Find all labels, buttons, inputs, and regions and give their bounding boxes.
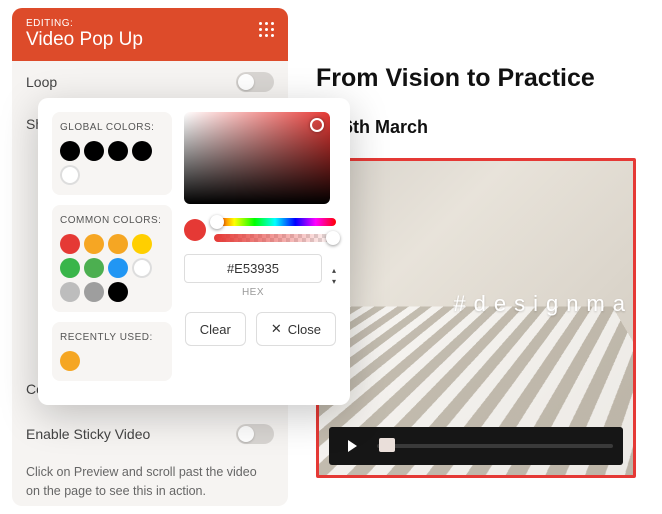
editing-title: Video Pop Up bbox=[26, 29, 274, 51]
progress-knob[interactable] bbox=[379, 438, 395, 452]
sticky-help-text: Click on Preview and scroll past the vid… bbox=[12, 455, 288, 506]
common-swatch[interactable] bbox=[60, 234, 80, 254]
common-swatch[interactable] bbox=[132, 258, 152, 278]
common-swatch[interactable] bbox=[108, 234, 128, 254]
preview-panel: From Vision to Practice d-26th March #de… bbox=[302, 8, 650, 506]
preview-heading: From Vision to Practice bbox=[316, 64, 636, 93]
clear-button[interactable]: Clear bbox=[185, 312, 246, 346]
hue-knob[interactable] bbox=[210, 215, 224, 229]
common-colors-row bbox=[60, 234, 164, 302]
global-swatch[interactable] bbox=[132, 141, 152, 161]
global-swatch[interactable] bbox=[60, 141, 80, 161]
video-frame: #designma bbox=[316, 158, 636, 478]
saturation-cursor[interactable] bbox=[310, 118, 324, 132]
recent-colors-box: RECENTLY USED: bbox=[52, 322, 172, 381]
close-icon: ✕ bbox=[271, 321, 282, 337]
hue-slider[interactable] bbox=[214, 218, 336, 226]
global-swatch-empty[interactable] bbox=[60, 165, 80, 185]
hex-type-label: HEX bbox=[184, 287, 322, 298]
play-icon bbox=[345, 439, 359, 453]
common-colors-box: COMMON COLORS: bbox=[52, 205, 172, 312]
loop-label: Loop bbox=[26, 74, 57, 90]
enable-sticky-toggle[interactable] bbox=[236, 424, 274, 444]
chevron-down-icon: ▾ bbox=[332, 277, 336, 286]
common-swatch[interactable] bbox=[84, 282, 104, 302]
common-colors-label: COMMON COLORS: bbox=[60, 215, 164, 226]
color-picker-popover: GLOBAL COLORS: COMMON COLORS: bbox=[38, 98, 350, 405]
common-swatch[interactable] bbox=[60, 282, 80, 302]
preview-date: d-26th March bbox=[316, 117, 636, 138]
alpha-knob[interactable] bbox=[326, 231, 340, 245]
drag-grid-icon[interactable] bbox=[259, 22, 274, 37]
enable-sticky-label: Enable Sticky Video bbox=[26, 426, 150, 442]
common-swatch[interactable] bbox=[108, 282, 128, 302]
alpha-slider[interactable] bbox=[214, 234, 336, 242]
global-colors-label: GLOBAL COLORS: bbox=[60, 122, 164, 133]
common-swatch[interactable] bbox=[132, 234, 152, 254]
loop-toggle[interactable] bbox=[236, 72, 274, 92]
video-progress[interactable] bbox=[377, 444, 613, 448]
video-overlay-text: #designma bbox=[453, 291, 633, 317]
editing-label: EDITING: bbox=[26, 18, 274, 29]
format-spinner[interactable]: ▴ ▾ bbox=[332, 266, 336, 286]
common-swatch[interactable] bbox=[108, 258, 128, 278]
common-swatch[interactable] bbox=[84, 234, 104, 254]
setting-loop: Loop bbox=[12, 61, 288, 103]
global-colors-box: GLOBAL COLORS: bbox=[52, 112, 172, 195]
common-swatch[interactable] bbox=[84, 258, 104, 278]
common-swatch[interactable] bbox=[60, 258, 80, 278]
video-controls-bar bbox=[329, 427, 623, 465]
global-swatch[interactable] bbox=[108, 141, 128, 161]
recent-colors-label: RECENTLY USED: bbox=[60, 332, 164, 343]
recent-swatch[interactable] bbox=[60, 351, 80, 371]
close-button[interactable]: ✕Close bbox=[256, 312, 336, 346]
global-colors-row bbox=[60, 141, 164, 185]
chevron-up-icon: ▴ bbox=[332, 266, 336, 275]
sidebar-header: EDITING: Video Pop Up bbox=[12, 8, 288, 61]
recent-colors-row bbox=[60, 351, 164, 371]
hex-input[interactable] bbox=[184, 254, 322, 283]
current-color-preview bbox=[184, 219, 206, 241]
setting-enable-sticky: Enable Sticky Video bbox=[12, 413, 288, 455]
play-button[interactable] bbox=[339, 433, 365, 459]
saturation-field[interactable] bbox=[184, 112, 330, 204]
global-swatch[interactable] bbox=[84, 141, 104, 161]
